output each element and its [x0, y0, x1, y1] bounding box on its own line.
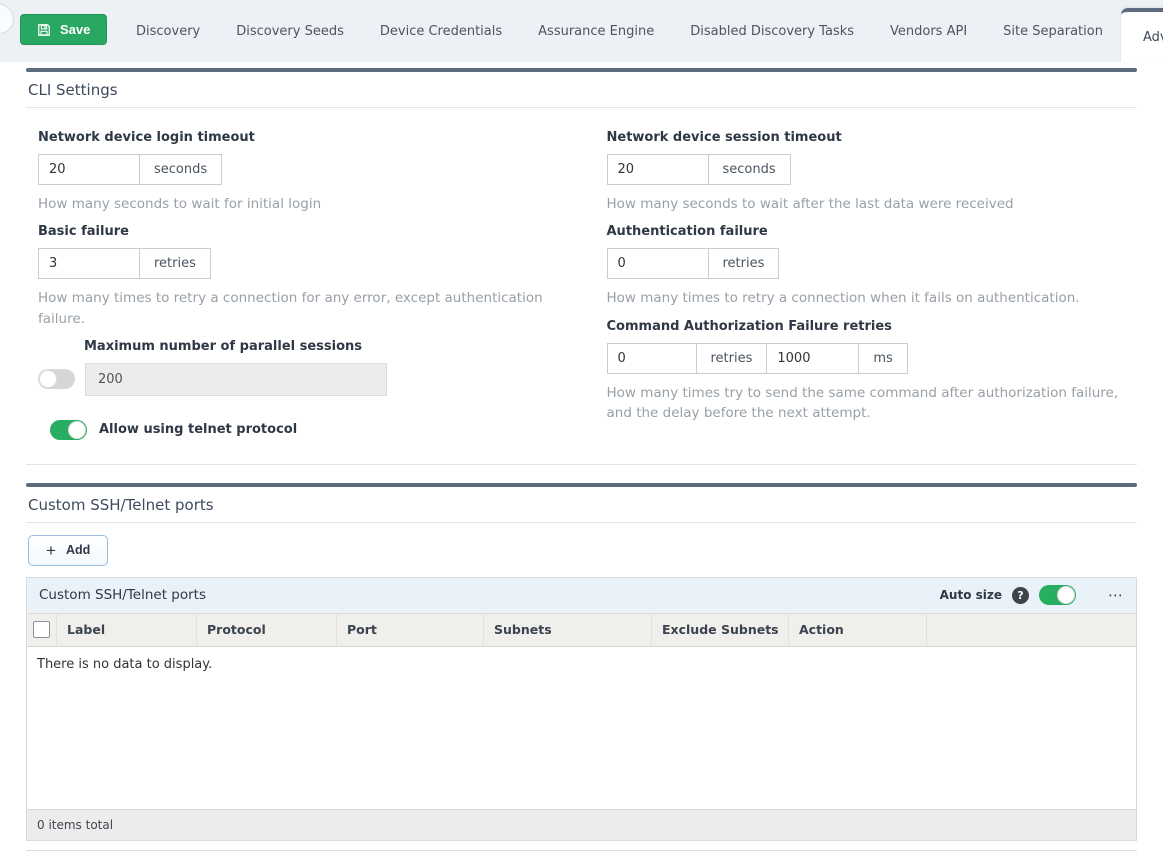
custom-ports-section: Custom SSH/Telnet ports + Add Custom SSH… — [26, 483, 1137, 851]
login-timeout-input[interactable] — [38, 154, 140, 185]
basic-failure-label: Basic failure — [38, 224, 569, 239]
telnet-toggle[interactable] — [50, 420, 87, 440]
empty-state-text: There is no data to display. — [37, 657, 212, 672]
auto-size-label: Auto size — [940, 588, 1002, 602]
custom-ports-table-panel: Custom SSH/Telnet ports Auto size ? ⋯ La… — [26, 577, 1137, 841]
form-column-right: Network device session timeout seconds H… — [607, 120, 1138, 442]
save-button-label: Save — [60, 22, 90, 37]
cli-settings-form: Network device login timeout seconds How… — [26, 108, 1137, 442]
drawer-handle[interactable] — [0, 4, 14, 34]
cmd-auth-help: How many times try to send the same comm… — [607, 383, 1137, 424]
auth-failure-label: Authentication failure — [607, 224, 1138, 239]
cmd-auth-retries-input[interactable] — [607, 343, 697, 374]
toggle-knob — [39, 370, 57, 388]
auth-failure-unit: retries — [708, 248, 780, 279]
table-header-row: Label Protocol Port Subnets Exclude Subn… — [27, 613, 1136, 647]
telnet-field: Allow using telnet protocol — [50, 420, 569, 440]
login-timeout-label: Network device login timeout — [38, 130, 569, 145]
auth-failure-field: Authentication failure retries How many … — [607, 224, 1138, 308]
save-icon — [37, 23, 51, 37]
tab-site-separation[interactable]: Site Separation — [985, 0, 1121, 62]
auth-failure-input[interactable] — [607, 248, 709, 279]
table-body-empty: There is no data to display. — [27, 647, 1136, 809]
toggle-knob — [68, 421, 86, 439]
select-all-checkbox[interactable] — [33, 621, 50, 638]
column-header-action[interactable]: Action — [789, 614, 927, 646]
custom-ports-title: Custom SSH/Telnet ports — [26, 487, 1137, 523]
cli-settings-title: CLI Settings — [26, 72, 1137, 108]
basic-failure-field: Basic failure retries How many times to … — [38, 224, 569, 329]
login-timeout-unit: seconds — [139, 154, 222, 185]
session-timeout-label: Network device session timeout — [607, 130, 1138, 145]
tab-discovery[interactable]: Discovery — [118, 0, 218, 62]
help-icon[interactable]: ? — [1012, 587, 1029, 604]
add-button[interactable]: + Add — [28, 535, 108, 566]
form-column-left: Network device login timeout seconds How… — [38, 120, 569, 442]
table-panel-title: Custom SSH/Telnet ports — [39, 587, 940, 603]
session-timeout-help: How many seconds to wait after the last … — [607, 194, 1137, 214]
max-parallel-field: Maximum number of parallel sessions — [38, 339, 569, 396]
tab-disabled-discovery-tasks[interactable]: Disabled Discovery Tasks — [672, 0, 872, 62]
session-timeout-field: Network device session timeout seconds H… — [607, 130, 1138, 214]
column-header-exclude-subnets[interactable]: Exclude Subnets — [652, 614, 789, 646]
column-header-protocol[interactable]: Protocol — [197, 614, 337, 646]
items-total-text: 0 items total — [37, 818, 113, 832]
top-tab-bar: Save Discovery Discovery Seeds Device Cr… — [0, 0, 1163, 62]
save-button[interactable]: Save — [20, 14, 107, 45]
advanced-cli-page: CLI Settings Network device login timeou… — [0, 62, 1163, 851]
auth-failure-help: How many times to retry a connection whe… — [607, 288, 1137, 308]
login-timeout-help: How many seconds to wait for initial log… — [38, 194, 568, 214]
basic-failure-input[interactable] — [38, 248, 140, 279]
tab-vendors-api[interactable]: Vendors API — [872, 0, 985, 62]
session-timeout-unit: seconds — [708, 154, 791, 185]
toggle-knob — [1057, 586, 1075, 604]
max-parallel-input — [85, 363, 387, 396]
page-bottom-divider — [26, 850, 1137, 851]
login-timeout-field: Network device login timeout seconds How… — [38, 130, 569, 214]
basic-failure-help: How many times to retry a connection for… — [38, 288, 568, 329]
column-header-subnets[interactable]: Subnets — [484, 614, 652, 646]
column-header-spacer — [927, 614, 1136, 646]
table-menu-icon[interactable]: ⋯ — [1108, 586, 1124, 604]
tab-list: Discovery Discovery Seeds Device Credent… — [118, 0, 1163, 62]
cmd-auth-delay-input[interactable] — [766, 343, 859, 374]
table-panel-header: Custom SSH/Telnet ports Auto size ? ⋯ — [27, 578, 1136, 613]
tab-assurance-engine[interactable]: Assurance Engine — [520, 0, 672, 62]
cli-settings-section: CLI Settings Network device login timeou… — [26, 68, 1137, 465]
plus-icon: + — [46, 542, 56, 559]
max-parallel-label: Maximum number of parallel sessions — [84, 339, 569, 354]
cmd-auth-field: Command Authorization Failure retries re… — [607, 319, 1138, 424]
basic-failure-unit: retries — [139, 248, 211, 279]
max-parallel-toggle[interactable] — [38, 369, 75, 389]
cmd-auth-retries-unit: retries — [696, 343, 768, 374]
telnet-label: Allow using telnet protocol — [99, 422, 297, 437]
tab-discovery-seeds[interactable]: Discovery Seeds — [218, 0, 362, 62]
tab-device-credentials[interactable]: Device Credentials — [362, 0, 520, 62]
cmd-auth-label: Command Authorization Failure retries — [607, 319, 1138, 334]
tab-advanced-cli[interactable]: Advanced CLI — [1121, 8, 1163, 62]
cmd-auth-delay-unit: ms — [858, 343, 907, 374]
table-footer: 0 items total — [27, 809, 1136, 840]
column-header-label[interactable]: Label — [57, 614, 197, 646]
session-timeout-input[interactable] — [607, 154, 709, 185]
auto-size-toggle[interactable] — [1039, 585, 1076, 605]
add-button-label: Add — [66, 543, 90, 557]
column-header-port[interactable]: Port — [337, 614, 484, 646]
